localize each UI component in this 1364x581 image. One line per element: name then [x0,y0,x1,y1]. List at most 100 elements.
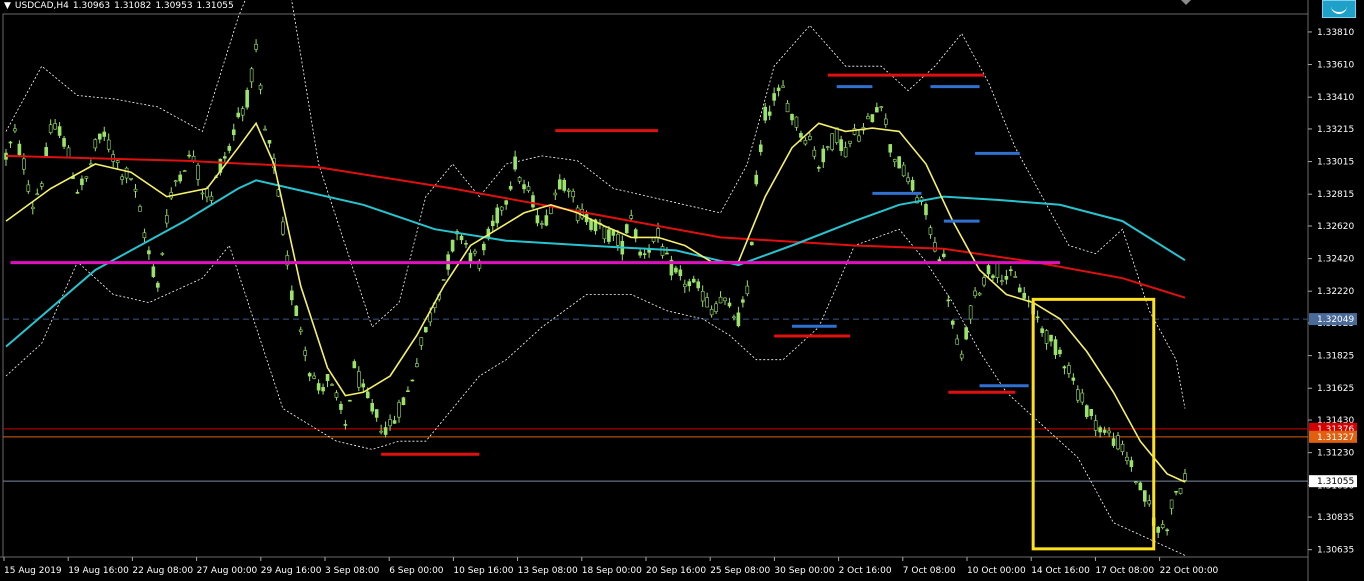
candle-body [879,106,884,108]
candle-body [522,184,526,190]
candle-body [727,302,732,307]
candle-body [281,221,285,235]
x-tick-label: 15 Aug 2019 [4,566,62,576]
candle-body [1143,490,1147,502]
y-tick-label: 1.33215 [1317,125,1354,135]
low-value: 1.30953 [155,1,193,11]
candle-body [1004,276,1009,280]
candle-body [1058,349,1062,355]
candle-body [526,186,531,191]
candle-body [13,128,17,132]
candle-body [799,133,803,138]
candle-body [129,178,133,180]
candle-body [365,391,370,399]
candle-body [642,253,647,256]
candle-body [263,128,267,131]
x-tick-label: 27 Aug 00:00 [197,566,258,576]
candle-body [910,180,915,191]
price-chart[interactable]: 1.33810 1.33610 1.33410 1.33215 1.33015 1.328… [0,0,1364,581]
candle-body [959,353,964,359]
candle-body [1053,339,1058,355]
y-tick-label: 1.31230 [1317,449,1354,459]
candle-body [120,176,124,180]
candle-body [1138,482,1143,491]
candle-body [249,68,254,83]
x-tick-label: 2 Oct 16:00 [839,566,892,576]
candle-body [258,84,263,90]
scroll-marker-icon[interactable] [1181,0,1191,5]
candle-body [66,147,71,158]
candle-body [464,242,468,245]
candle-body [397,402,401,418]
candle-body [361,383,366,388]
candle-body [848,140,852,144]
candle-body [339,403,343,410]
symbol-label: USDCAD,H4 [14,1,69,11]
candle-body [1111,438,1116,446]
candle-body [53,123,57,130]
candle-body [1125,456,1129,461]
candle-body [173,180,178,183]
candle-body [687,281,692,287]
candle-body [223,156,227,159]
x-tick-label: 14 Oct 16:00 [1031,566,1090,576]
candle-body [343,424,348,426]
candle-body [1013,276,1018,278]
candle-body [401,397,406,406]
candle-body [678,269,683,277]
candle-body [178,174,182,182]
candle-body [942,253,946,257]
candle-body [1062,366,1067,369]
candle-body [1129,460,1134,468]
candle-body [781,85,785,88]
candle-body [964,327,968,340]
candle-body [30,206,35,210]
candle-body [933,242,937,252]
x-tick-label: 29 Aug 16:00 [261,566,322,576]
x-tick-label: 22 Oct 00:00 [1160,566,1219,576]
candle-body [97,133,102,140]
candle-body [1000,280,1004,282]
y-tick-label: 1.32220 [1317,287,1354,297]
candle-body [758,144,763,153]
candle-body [383,427,388,435]
chart-shift-icon[interactable] [1322,0,1356,18]
candle-body [1071,377,1076,381]
candles [4,39,1187,539]
x-tick-label: 10 Sep 16:00 [453,566,513,576]
y-tick-label: 1.33410 [1317,93,1354,103]
candle-body [1147,500,1152,505]
candle-body [535,215,540,224]
candle-body [196,164,200,180]
candle-body [866,116,870,120]
candle-body [205,188,209,198]
candle-body [531,195,535,208]
candle-body [102,131,107,137]
candle-body [557,179,562,190]
candle-body [986,265,991,275]
candle-body [691,278,696,283]
header-menu-triangle[interactable]: ▼ [4,1,11,11]
candle-body [441,279,446,281]
candle-body [1165,529,1169,532]
x-tick-label: 17 Oct 08:00 [1095,566,1154,576]
candle-body [571,191,575,198]
candle-body [566,189,571,192]
candle-body [517,177,522,182]
candle-body [607,229,611,242]
candle-body [1067,365,1071,374]
candle-body [124,167,129,179]
candle-body [897,156,901,169]
candle-body [26,184,31,192]
x-tick-label: 18 Sep 00:00 [582,566,642,576]
candle-body [75,192,80,194]
candle-body [1040,328,1044,333]
candle-body [160,253,165,255]
candle-body [513,156,517,170]
candle-body [580,209,584,219]
candle-body [924,204,928,216]
candle-body [955,338,960,345]
candle-body [490,220,495,227]
candle-body [473,250,477,254]
candle-body [164,215,169,224]
